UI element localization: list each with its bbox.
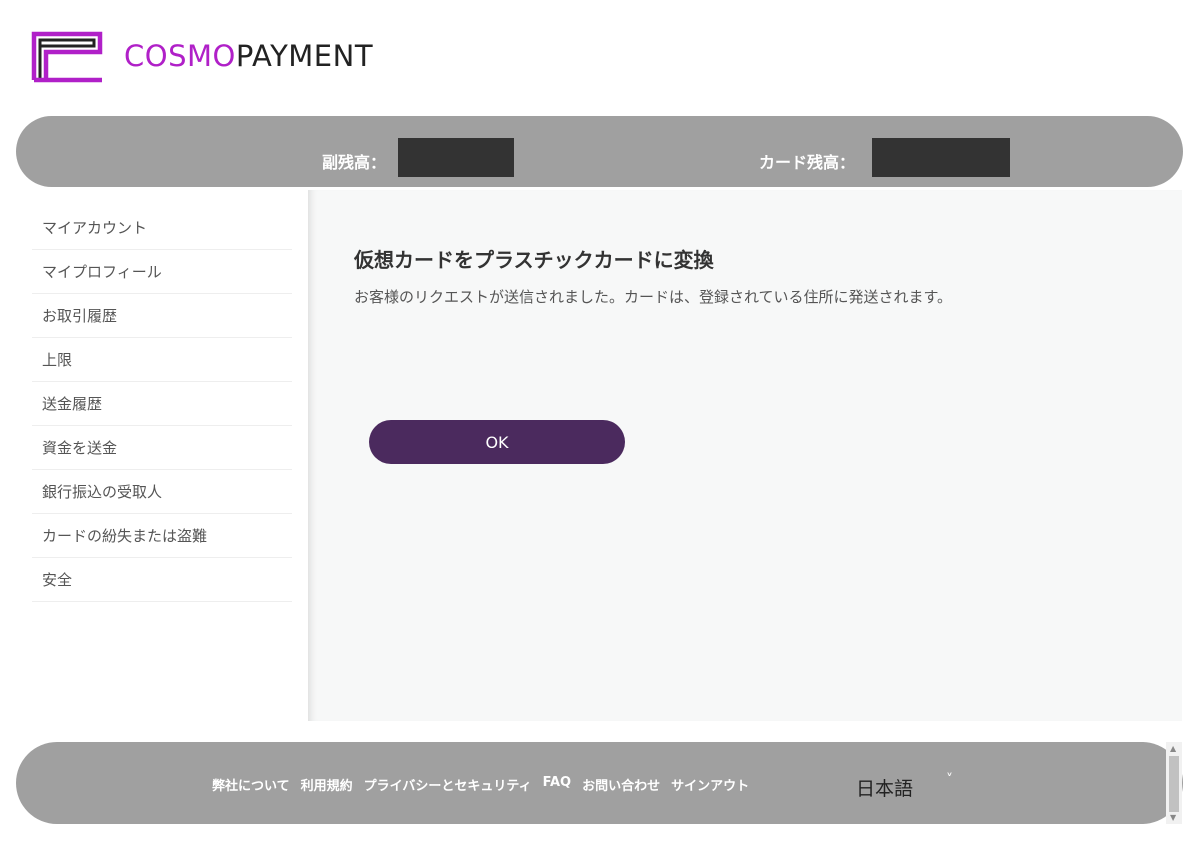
brand-logo[interactable]: COSMOPAYMENT [30, 28, 373, 84]
scrollbar[interactable]: ▲ ▼ [1166, 742, 1182, 824]
footer-link-contact[interactable]: お問い合わせ [582, 775, 660, 794]
brand-name-payment: PAYMENT [235, 39, 374, 73]
page-title: 仮想カードをプラスチックカードに変換 [354, 248, 714, 272]
sidebar-item-transfer-history[interactable]: 送金履歴 [32, 382, 292, 426]
scroll-up-arrow-icon[interactable]: ▲ [1170, 744, 1176, 753]
scroll-down-arrow-icon[interactable]: ▼ [1170, 813, 1176, 822]
sub-balance-value-redacted [398, 138, 514, 177]
sidebar-item-transaction-history[interactable]: お取引履歴 [32, 294, 292, 338]
confirmation-message: お客様のリクエストが送信されました。カードは、登録されている住所に発送されます。 [354, 288, 953, 306]
sidebar-item-send-funds[interactable]: 資金を送金 [32, 426, 292, 470]
brand-name-cosmo: COSMO [124, 39, 236, 73]
main-panel: 仮想カードをプラスチックカードに変換 お客様のリクエストが送信されました。カード… [308, 190, 1182, 721]
footer-link-privacy[interactable]: プライバシーとセキュリティ [364, 775, 532, 794]
balance-bar: 副残高： カード残高： [16, 116, 1183, 187]
card-balance-value-redacted [872, 138, 1010, 177]
card-balance-label: カード残高： [759, 153, 856, 172]
language-selector[interactable]: 日本語 [856, 774, 913, 801]
footer-link-signout[interactable]: サインアウト [671, 775, 749, 794]
chevron-down-icon[interactable]: ˅ [946, 772, 953, 788]
footer-bar: 弊社について 利用規約 プライバシーとセキュリティ FAQ お問い合わせ サイン… [16, 742, 1183, 824]
footer-links: 弊社について 利用規約 プライバシーとセキュリティ FAQ お問い合わせ サイン… [212, 775, 749, 794]
sidebar-item-lost-stolen-card[interactable]: カードの紛失または盗難 [32, 514, 292, 558]
sidebar-item-bank-recipients[interactable]: 銀行振込の受取人 [32, 470, 292, 514]
logo-mark-icon [30, 28, 106, 84]
brand-name: COSMOPAYMENT [124, 39, 373, 73]
footer-link-terms[interactable]: 利用規約 [301, 775, 353, 794]
sidebar-item-my-account[interactable]: マイアカウント [32, 206, 292, 250]
footer-link-faq[interactable]: FAQ [543, 775, 572, 794]
sidebar-item-security[interactable]: 安全 [32, 558, 292, 602]
footer-link-about[interactable]: 弊社について [212, 775, 290, 794]
sidebar-item-limits[interactable]: 上限 [32, 338, 292, 382]
sidebar-item-my-profile[interactable]: マイプロフィール [32, 250, 292, 294]
scrollbar-thumb[interactable] [1169, 756, 1179, 812]
ok-button[interactable]: OK [369, 420, 625, 464]
sidebar-nav: マイアカウント マイプロフィール お取引履歴 上限 送金履歴 資金を送金 銀行振… [32, 206, 292, 602]
sub-balance-label: 副残高： [322, 153, 387, 172]
